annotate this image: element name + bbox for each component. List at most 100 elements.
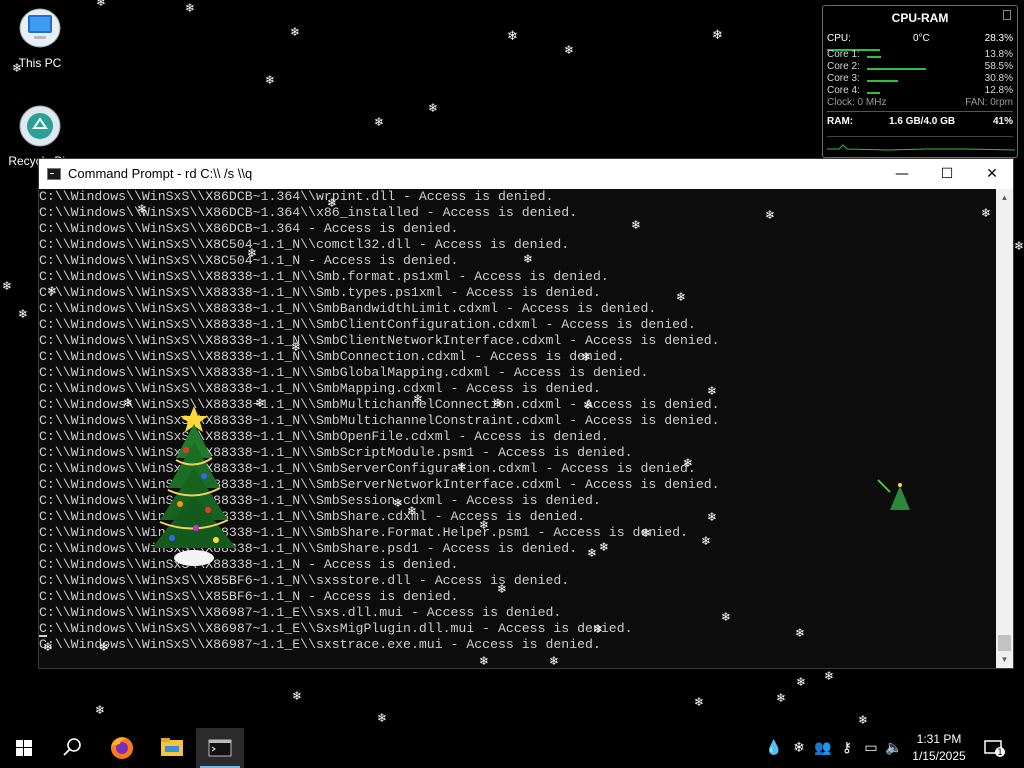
start-button[interactable]	[0, 728, 48, 768]
core-value: 12.8%	[984, 85, 1013, 96]
network-icon[interactable]: ▭	[861, 738, 881, 758]
christmas-tree-icon	[146, 402, 242, 568]
console-line: C:\\Windows\\WinSxS\\X88338~1.1_N\\SmbGl…	[39, 365, 649, 380]
snowflake-icon: ❄	[721, 610, 732, 624]
notification-count-badge: 1	[997, 748, 1003, 758]
console-line: C:\\Windows\\WinSxS\\X88338~1.1_N\\SmbBa…	[39, 301, 657, 316]
console-line: C:\\Windows\\WinSxS\\X86987~1.1_E\\sxstr…	[39, 637, 601, 652]
console-line: C:\\Windows\\WinSxS\\X86987~1.1_E\\sxs.d…	[39, 605, 562, 620]
snowflake-icon: ❄	[99, 640, 110, 654]
key-icon[interactable]: ⚷	[837, 738, 857, 758]
volume-icon[interactable]: 🔈	[884, 738, 904, 758]
this-pc-icon	[18, 6, 62, 50]
system-clock[interactable]: 1:31 PM 1/15/2025	[904, 731, 974, 765]
ram-usage: 1.6 GB/4.0 GB	[889, 116, 956, 127]
notification-center-button[interactable]: 1	[982, 738, 1006, 758]
snowflake-icon: ❄	[523, 252, 534, 266]
ram-history-graph	[827, 136, 1016, 158]
core-label: Core 3:	[827, 73, 860, 84]
core-value: 13.8%	[984, 49, 1013, 60]
search-icon	[63, 738, 81, 756]
snowflake-icon[interactable]: ❄	[789, 738, 809, 758]
snowflake-icon: ❄	[795, 626, 806, 640]
file-explorer-icon	[161, 738, 183, 756]
command-prompt-icon	[208, 739, 232, 757]
snowflake-icon: ❄	[493, 396, 504, 410]
snowflake-icon: ❄	[479, 518, 490, 532]
window-titlebar[interactable]: Command Prompt - rd C:\\ /s \\q — ☐ ✕	[39, 159, 1013, 189]
snowflake-icon: ❄	[641, 526, 652, 540]
snowflake-icon: ❄	[479, 654, 490, 668]
snowflake-icon: ❄	[564, 43, 575, 57]
vertical-scrollbar[interactable]: ▲ ▼	[996, 189, 1013, 668]
core-row: Core 4: 12.8%	[827, 85, 1013, 97]
firefox-icon	[111, 737, 133, 759]
snowflake-icon: ❄	[185, 1, 196, 15]
people-icon[interactable]: 👥	[813, 738, 833, 758]
firefox-taskbar-button[interactable]	[98, 728, 146, 768]
taskbar: 💧 ❄ 👥 ⚷ ▭ 🔈 1:31 PM 1/15/2025 1	[0, 728, 1024, 768]
snowflake-icon: ❄	[137, 202, 148, 216]
window-title: Command Prompt - rd C:\\ /s \\q	[68, 166, 253, 181]
file-explorer-taskbar-button[interactable]	[148, 728, 196, 768]
gadget-divider	[827, 111, 1013, 112]
desktop: This PC Recycle Bin ❄ ❄ ❄ ❄ ❄ ❄ ❄ ❄ ❄ ❄ …	[0, 0, 1024, 728]
snowflake-icon: ❄	[428, 101, 439, 115]
snowflake-icon: ❄	[265, 73, 276, 87]
clock-date: 1/15/2025	[912, 749, 966, 763]
cpu-label: CPU:	[827, 33, 851, 44]
core-label: Core 4:	[827, 85, 860, 96]
snowflake-icon: ❄	[712, 28, 723, 43]
water-drop-icon[interactable]: 💧	[764, 738, 784, 758]
snowflake-icon: ❄	[47, 284, 58, 298]
snowflake-icon: ❄	[290, 25, 301, 39]
snowflake-icon: ❄	[507, 29, 518, 44]
snowflake-icon: ❄	[407, 504, 418, 518]
command-prompt-taskbar-button[interactable]	[196, 728, 244, 768]
snowflake-icon: ❄	[96, 0, 107, 9]
core-row: Core 1: 13.8%	[827, 49, 1013, 61]
snowflake-icon: ❄	[981, 206, 992, 220]
core-label: Core 1:	[827, 49, 860, 60]
snowflake-icon: ❄	[676, 290, 687, 304]
console-line: C:\\Windows\\WinSxS\\X85BF6~1.1_N\\sxsst…	[39, 573, 570, 588]
core-label: Core 2:	[827, 61, 860, 72]
snowflake-icon: ❄	[796, 675, 807, 689]
snowflake-icon: ❄	[413, 392, 424, 406]
core-usage-bar	[867, 80, 898, 82]
snowflake-icon: ❄	[291, 340, 302, 354]
console-line: C:\\Windows\\WinSxS\\X88338~1.1_N\\Smb.t…	[39, 285, 601, 300]
core-usage-bar	[867, 56, 881, 58]
console-line: C:\\Windows\\WinSxS\\X88338~1.1_N\\SmbCo…	[39, 349, 625, 364]
console-line: C:\\Windows\\WinSxS\\X88338~1.1_N\\SmbMa…	[39, 381, 601, 396]
scroll-down-arrow-icon[interactable]: ▼	[996, 651, 1013, 668]
close-button[interactable]: ✕	[969, 159, 1015, 189]
snowflake-icon: ❄	[393, 496, 404, 510]
text-cursor	[39, 635, 47, 637]
snowflake-icon: ❄	[377, 711, 388, 725]
small-christmas-tree-icon	[876, 478, 912, 514]
ram-label: RAM:	[827, 116, 854, 127]
snowflake-icon: ❄	[247, 246, 258, 260]
console-line: C:\\Windows\\WinSxS\\X88338~1.1_N\\SmbCl…	[39, 317, 696, 332]
minimize-button[interactable]: —	[879, 159, 925, 189]
snowflake-icon: ❄	[858, 713, 869, 727]
snowflake-icon: ❄	[43, 640, 54, 654]
snowflake-icon: ❄	[374, 115, 385, 129]
clock-speed: Clock: 0 MHz	[827, 97, 887, 108]
snowflake-icon: ❄	[583, 398, 594, 412]
scroll-up-arrow-icon[interactable]: ▲	[996, 189, 1013, 206]
console-line: C:\\Windows\\WinSxS\\X86987~1.1_E\\SxsMi…	[39, 621, 633, 636]
console-line: C:\\Windows\\WinSxS\\X85BF6~1.1_N - Acce…	[39, 589, 459, 604]
core-usage-bar	[867, 92, 880, 94]
search-button[interactable]	[48, 728, 96, 768]
console-line: C:\\Windows\\WinSxS\\X86DCB~1.364\\x86_i…	[39, 205, 578, 220]
snowflake-icon: ❄	[457, 460, 468, 474]
core-row: Core 3: 30.8%	[827, 73, 1013, 85]
command-prompt-icon	[47, 168, 61, 180]
clock-fan-row: Clock: 0 MHz FAN: 0rpm	[827, 97, 1013, 109]
gadget-close-button[interactable]	[1003, 10, 1011, 20]
scrollbar-thumb[interactable]	[998, 635, 1011, 651]
maximize-button[interactable]: ☐	[924, 159, 970, 189]
console-line: C:\\Windows\\WinSxS\\X86DCB~1.364\\wrpin…	[39, 189, 554, 204]
